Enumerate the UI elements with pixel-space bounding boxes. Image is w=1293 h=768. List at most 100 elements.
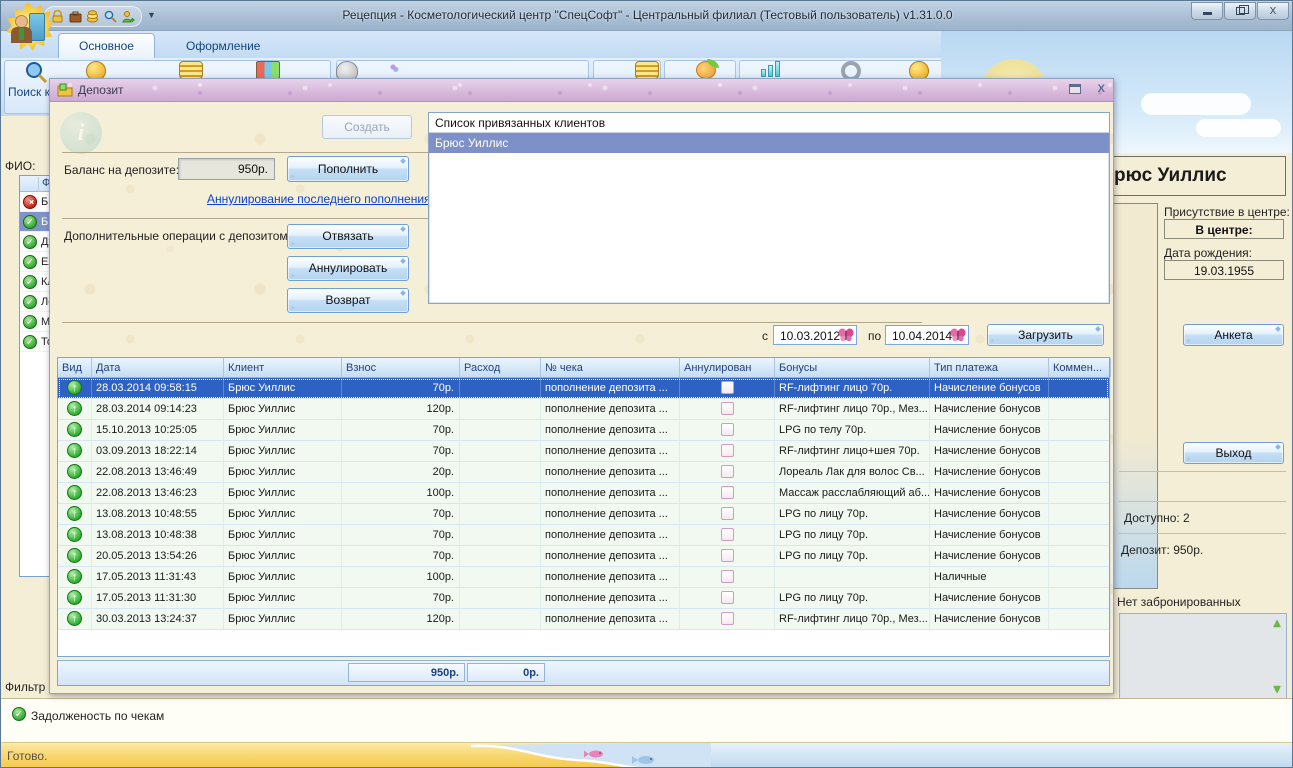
annulled-checkbox[interactable]: [721, 402, 734, 415]
topup-button[interactable]: Пополнить: [287, 156, 409, 182]
client-cell: Брюс Уиллис: [224, 462, 342, 482]
comment-cell: [1049, 588, 1111, 608]
date-from-field[interactable]: 10.03.2012: [773, 325, 857, 345]
tab-osnovnoe[interactable]: Основное: [58, 33, 155, 58]
quick-access-toolbar: [44, 6, 142, 27]
annulled-checkbox[interactable]: [721, 423, 734, 436]
load-button[interactable]: Загрузить: [987, 324, 1104, 346]
table-row[interactable]: ↑13.08.2013 10:48:55Брюс Уиллис70р.попол…: [58, 504, 1109, 525]
scroll-down-icon[interactable]: ▼: [1271, 682, 1283, 696]
cancel-last-topup-link[interactable]: Аннулирование последнего пополнения: [207, 192, 431, 206]
type-cell: ↑: [58, 441, 92, 461]
column-header[interactable]: Взнос: [342, 358, 460, 377]
type-cell: ↑: [58, 567, 92, 587]
column-header[interactable]: Клиент: [224, 358, 342, 377]
amount-cell: 70р.: [342, 504, 460, 524]
payment-cell: Начисление бонусов: [930, 588, 1049, 608]
comment-cell: [1049, 483, 1111, 503]
amount-cell: 70р.: [342, 420, 460, 440]
annul-button[interactable]: Аннулировать: [287, 256, 409, 281]
exit-button[interactable]: Выход: [1183, 442, 1284, 464]
deposit-add-icon: ↑: [67, 485, 82, 500]
app-logo-icon: [3, 1, 55, 53]
deposit-add-icon: ↑: [67, 506, 82, 521]
annulled-checkbox[interactable]: [721, 612, 734, 625]
dialog-titlebar: Депозит X: [50, 79, 1113, 102]
column-header[interactable]: Коммен...: [1049, 358, 1111, 377]
active-check-icon: ✓: [23, 235, 37, 249]
refund-button[interactable]: Возврат: [287, 288, 409, 313]
scroll-up-icon[interactable]: ▲: [1271, 616, 1283, 630]
column-header[interactable]: Аннулирован: [680, 358, 775, 377]
column-header[interactable]: Дата: [92, 358, 224, 377]
butterfly-icon[interactable]: [838, 328, 854, 342]
column-header[interactable]: Тип платежа: [930, 358, 1049, 377]
annulled-checkbox[interactable]: [721, 381, 734, 394]
ribbon-fruit-icon: [696, 61, 716, 79]
payment-cell: Начисление бонусов: [930, 462, 1049, 482]
date-cell: 17.05.2013 11:31:30: [92, 588, 224, 608]
expense-cell: [460, 441, 541, 461]
column-header[interactable]: Вид: [58, 358, 92, 377]
annulled-checkbox[interactable]: [721, 528, 734, 541]
deposit-dialog: Депозит X i Создать Баланс на депозите: …: [49, 78, 1114, 694]
butterfly-icon[interactable]: [950, 328, 966, 342]
linked-client-item[interactable]: Брюс Уиллис: [429, 133, 1109, 153]
annulled-checkbox[interactable]: [721, 486, 734, 499]
window-title: Рецепция - Косметологический центр "Спец…: [1, 8, 1293, 22]
annulled-cell: [680, 420, 775, 440]
toolbar-more-icon[interactable]: ▼: [147, 10, 156, 20]
comment-cell: [1049, 525, 1111, 545]
column-header[interactable]: Расход: [460, 358, 541, 377]
restore-button[interactable]: [1224, 2, 1256, 20]
dialog-close-icon[interactable]: X: [1098, 83, 1105, 95]
amount-cell: 100р.: [342, 483, 460, 503]
unbind-button[interactable]: Отвязать: [287, 224, 409, 249]
dialog-restore-icon[interactable]: [1069, 84, 1081, 94]
add-user-icon[interactable]: [122, 10, 135, 23]
table-row[interactable]: ↑28.03.2014 09:14:23Брюс Уиллис120р.попо…: [58, 399, 1109, 420]
create-button[interactable]: Создать: [322, 115, 412, 139]
bonuses-cell: Лореаль Лак для волос Св...: [775, 462, 930, 482]
table-row[interactable]: ↑03.09.2013 18:22:14Брюс Уиллис70р.попол…: [58, 441, 1109, 462]
briefcase-icon[interactable]: [69, 10, 82, 23]
annulled-checkbox[interactable]: [721, 507, 734, 520]
annulled-checkbox[interactable]: [721, 591, 734, 604]
active-check-icon: ✓: [23, 215, 37, 229]
table-row[interactable]: ↑17.05.2013 11:31:30Брюс Уиллис70р.попол…: [58, 588, 1109, 609]
table-row[interactable]: ↑22.08.2013 13:46:49Брюс Уиллис20р.попол…: [58, 462, 1109, 483]
bonuses-cell: RF-лифтинг лицо 70р., Мез...: [775, 609, 930, 629]
table-row[interactable]: ↑22.08.2013 13:46:23Брюс Уиллис100р.попо…: [58, 483, 1109, 504]
annulled-cell: [680, 546, 775, 566]
payment-cell: Начисление бонусов: [930, 378, 1049, 398]
comment-cell: [1049, 441, 1111, 461]
client-cell: Брюс Уиллис: [224, 504, 342, 524]
table-row[interactable]: ↑13.08.2013 10:48:38Брюс Уиллис70р.попол…: [58, 525, 1109, 546]
type-cell: ↑: [58, 609, 92, 629]
search-icon[interactable]: [104, 10, 117, 23]
table-row[interactable]: ↑17.05.2013 11:31:43Брюс Уиллис100р.попо…: [58, 567, 1109, 588]
table-row[interactable]: ↑20.05.2013 13:54:26Брюс Уиллис70р.попол…: [58, 546, 1109, 567]
tab-oformlenie[interactable]: Оформление: [166, 33, 280, 58]
annulled-checkbox[interactable]: [721, 549, 734, 562]
annulled-checkbox[interactable]: [721, 465, 734, 478]
client-cell: Брюс Уиллис: [224, 420, 342, 440]
table-row[interactable]: ↑30.03.2013 13:24:37Брюс Уиллис120р.попо…: [58, 609, 1109, 630]
coins-icon[interactable]: [86, 10, 99, 23]
anketa-button[interactable]: Анкета: [1183, 324, 1284, 346]
annulled-cell: [680, 525, 775, 545]
close-button[interactable]: X: [1257, 2, 1289, 20]
date-to-field[interactable]: 10.04.2014: [885, 325, 969, 345]
annulled-checkbox[interactable]: [721, 570, 734, 583]
column-header[interactable]: № чека: [541, 358, 680, 377]
table-row[interactable]: ↑15.10.2013 10:25:05Брюс Уиллис70р.попол…: [58, 420, 1109, 441]
birthdate-label: Дата рождения:: [1164, 246, 1252, 260]
column-header[interactable]: Бонусы: [775, 358, 930, 377]
notification-text[interactable]: Задолженость по чекам: [31, 709, 164, 723]
comment-cell: [1049, 378, 1111, 398]
minimize-button[interactable]: [1191, 2, 1223, 20]
table-row[interactable]: ↑28.03.2014 09:58:15Брюс Уиллис70р.попол…: [58, 378, 1109, 399]
comment-cell: [1049, 462, 1111, 482]
annulled-checkbox[interactable]: [721, 444, 734, 457]
presence-value: В центре:: [1164, 219, 1284, 239]
